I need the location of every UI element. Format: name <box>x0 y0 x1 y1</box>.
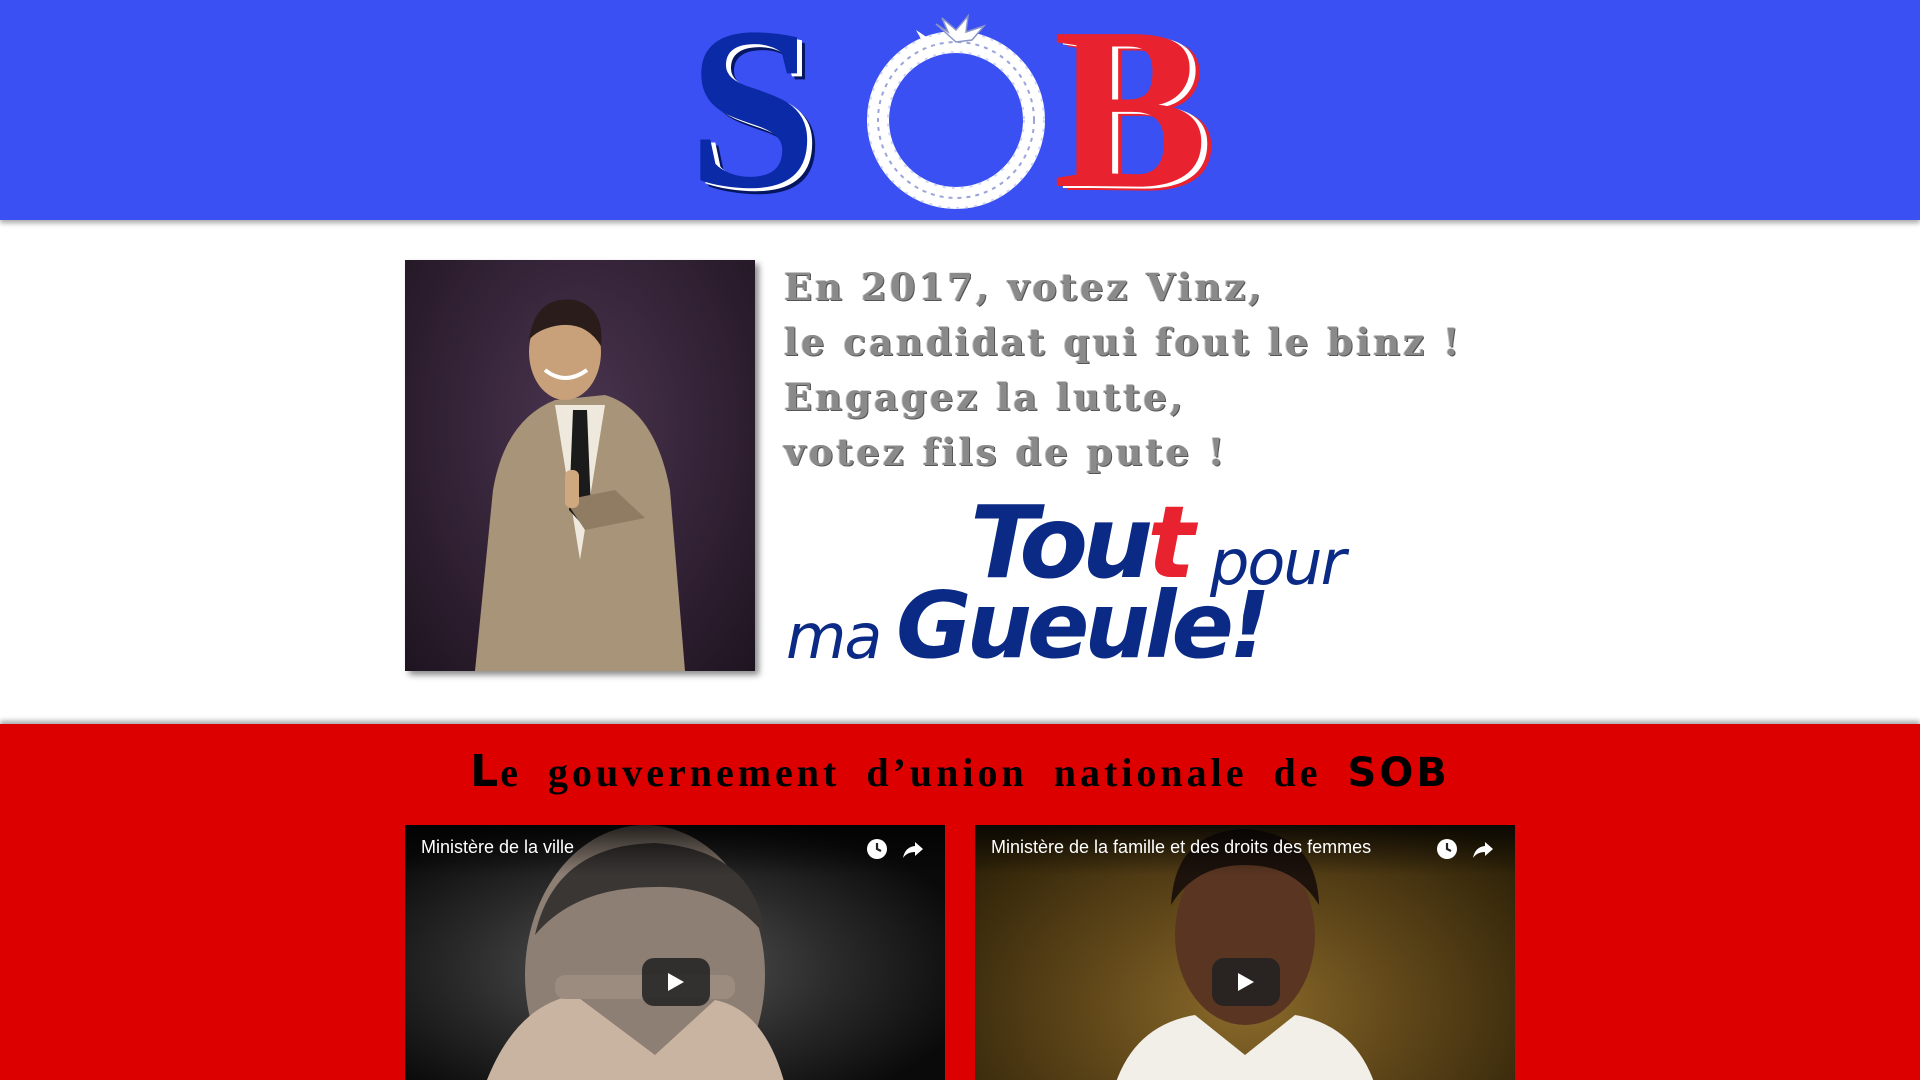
government-heading: Le gouvernement d’union nationale de SOB <box>0 746 1920 797</box>
site-header: S B <box>0 0 1920 237</box>
slogan-line: Engagez la lutte, <box>784 375 1186 419</box>
share-arrow-icon[interactable] <box>901 837 925 861</box>
slogan-line: le candidat qui fout le binz ! <box>784 320 1463 364</box>
slogan-line: votez fils de pute ! <box>784 430 1228 474</box>
government-heading-text: e gouvernement d’union nationale de <box>500 750 1348 795</box>
logo-letter-b: B <box>1053 0 1208 237</box>
campaign-slogan: En 2017, votez Vinz, le candidat qui fou… <box>784 260 1463 480</box>
video-title[interactable]: Ministère de la famille et des droits de… <box>991 837 1371 858</box>
campaign-logo: Tout pour ma Gueule! <box>784 488 1404 678</box>
government-heading-brand: SOB <box>1347 750 1450 796</box>
government-section: Le gouvernement d’union nationale de SOB… <box>0 724 1920 1080</box>
video-topbar: Ministère de la ville <box>405 825 945 875</box>
play-button[interactable] <box>642 958 710 1006</box>
clock-icon[interactable] <box>865 837 889 861</box>
video-embed-ministere-ville[interactable]: Ministère de la ville <box>405 825 945 1080</box>
video-embed-ministere-famille[interactable]: Ministère de la famille et des droits de… <box>975 825 1515 1080</box>
video-title[interactable]: Ministère de la ville <box>421 837 574 858</box>
candidate-section: En 2017, votez Vinz, le candidat qui fou… <box>0 220 1920 724</box>
government-heading-initial: L <box>470 746 501 797</box>
logo-letter-s: S <box>688 0 818 237</box>
campaign-logo-gueule: Gueule! <box>896 572 1271 679</box>
video-topbar: Ministère de la famille et des droits de… <box>975 825 1515 875</box>
play-icon <box>1238 973 1254 991</box>
share-arrow-icon[interactable] <box>1471 837 1495 861</box>
play-button[interactable] <box>1212 958 1280 1006</box>
candidate-illustration <box>475 299 685 671</box>
slogan-line: En 2017, votez Vinz, <box>784 265 1265 309</box>
clock-icon[interactable] <box>1435 837 1459 861</box>
campaign-logo-ma: ma <box>786 600 882 673</box>
ouroboros-dragon-icon <box>867 13 1045 209</box>
play-icon <box>668 973 684 991</box>
candidate-photo <box>405 260 755 671</box>
site-logo[interactable]: S B <box>688 0 1238 237</box>
